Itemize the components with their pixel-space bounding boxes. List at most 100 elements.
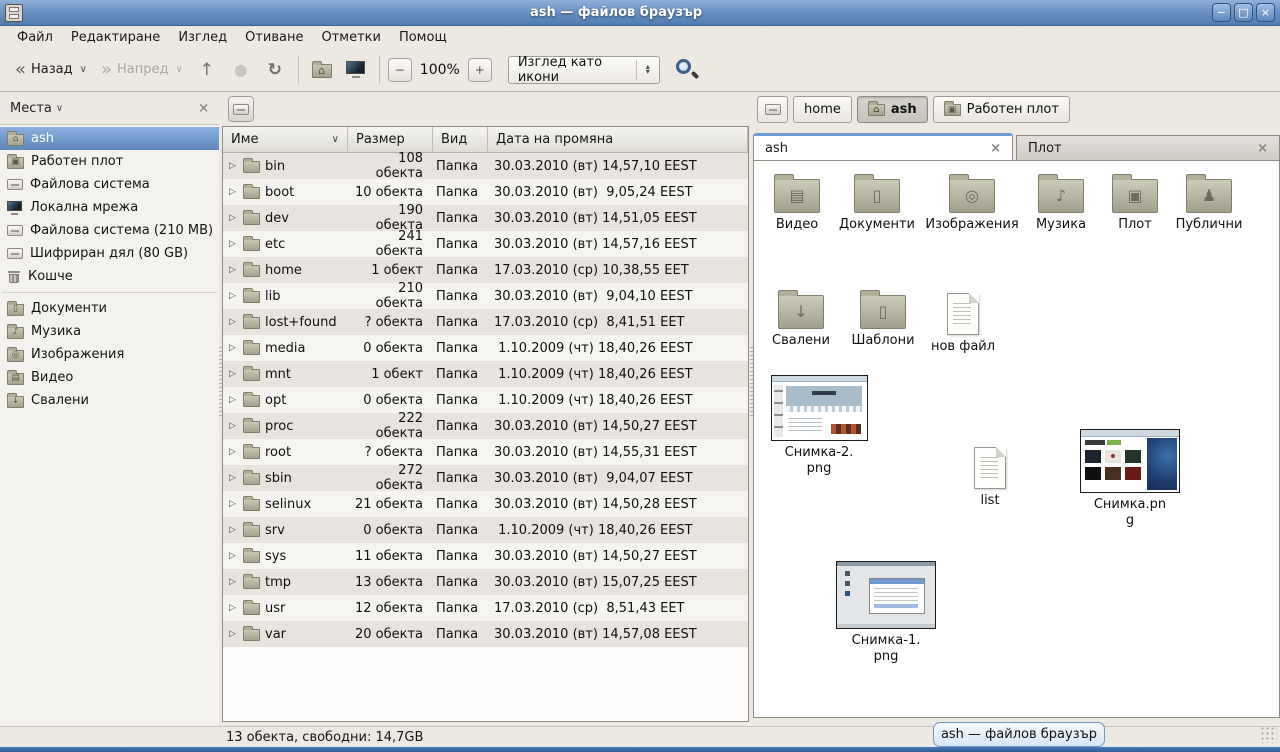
sidebar-item-documents[interactable]: ▯Документи — [0, 297, 219, 320]
minimize-button[interactable]: − — [1212, 3, 1231, 22]
menu-view[interactable]: Изглед — [169, 28, 236, 47]
menu-go[interactable]: Отиване — [236, 28, 312, 47]
expander-icon[interactable]: ▷ — [227, 369, 238, 379]
computer-button[interactable] — [339, 54, 373, 86]
icon-item-new-file[interactable]: нов файл — [922, 289, 1004, 355]
icon-item-documents-folder[interactable]: ▯Документи — [834, 173, 920, 233]
expander-icon[interactable]: ▷ — [227, 213, 238, 223]
sidebar-close-icon[interactable]: × — [198, 101, 209, 116]
expander-icon[interactable]: ▷ — [227, 603, 238, 613]
view-mode-dropdown[interactable]: Изглед като икони ▴▾ — [508, 56, 660, 84]
sidebar-item-home-ash[interactable]: ⌂ash — [0, 127, 219, 150]
sidebar-item-downloads[interactable]: ↓Свалени — [0, 389, 219, 412]
expander-icon[interactable]: ▷ — [227, 317, 238, 327]
expander-icon[interactable]: ▷ — [227, 343, 238, 353]
table-row[interactable]: ▷lib210 обектаПапка30.03.2010 (вт) 9,04,… — [223, 283, 748, 309]
expander-icon[interactable]: ▷ — [227, 239, 238, 249]
expander-icon[interactable]: ▷ — [227, 395, 238, 405]
column-header-0[interactable]: Име∨ — [223, 127, 348, 153]
menu-bookmarks[interactable]: Отметки — [312, 28, 389, 47]
expander-icon[interactable]: ▷ — [227, 499, 238, 509]
home-button[interactable]: ⌂ — [305, 54, 339, 86]
breadcrumb-root-drive[interactable] — [757, 96, 788, 123]
search-button[interactable] — [674, 57, 700, 83]
table-row[interactable]: ▷sbin272 обектаПапка30.03.2010 (вт) 9,04… — [223, 465, 748, 491]
root-location-button[interactable] — [228, 96, 254, 122]
expander-icon[interactable]: ▷ — [227, 265, 238, 275]
table-row[interactable]: ▷boot10 обектаПапка30.03.2010 (вт) 9,05,… — [223, 179, 748, 205]
table-row[interactable]: ▷etc241 обектаПапка30.03.2010 (вт) 14,57… — [223, 231, 748, 257]
icon-item-pictures-folder[interactable]: ◎Изображения — [932, 173, 1012, 233]
sidebar-item-video[interactable]: ▤Видео — [0, 366, 219, 389]
table-row[interactable]: ▷usr12 обектаПапка17.03.2010 (ср) 8,51,4… — [223, 595, 748, 621]
titlebar[interactable]: ash — файлов браузър − □ × — [0, 0, 1280, 26]
stop-button[interactable]: ● — [224, 54, 258, 86]
expander-icon[interactable]: ▷ — [227, 525, 238, 535]
expander-icon[interactable]: ▷ — [227, 577, 238, 587]
maximize-button[interactable]: □ — [1234, 3, 1253, 22]
icon-item-list-file[interactable]: list — [958, 443, 1022, 509]
tab-plot[interactable]: Плот× — [1016, 135, 1280, 160]
sidebar-item-filesystem[interactable]: Файлова система — [0, 173, 219, 196]
icon-view[interactable]: ▤Видео▯Документи◎Изображения♪Музика▣Плот… — [753, 160, 1280, 718]
sidebar-item-encrypted-80gb[interactable]: Шифриран дял (80 GB) — [0, 242, 219, 265]
sidebar-item-desktop[interactable]: ▣Работен плот — [0, 150, 219, 173]
resize-grip-icon[interactable] — [1259, 725, 1277, 743]
close-button[interactable]: × — [1256, 3, 1275, 22]
table-row[interactable]: ▷dev190 обектаПапка30.03.2010 (вт) 14,51… — [223, 205, 748, 231]
table-row[interactable]: ▷root? обектаПапка30.03.2010 (вт) 14,55,… — [223, 439, 748, 465]
menu-file[interactable]: Файл — [8, 28, 62, 47]
table-row[interactable]: ▷media0 обектаПапка 1.10.2009 (чт) 18,40… — [223, 335, 748, 361]
expander-icon[interactable]: ▷ — [227, 291, 238, 301]
table-row[interactable]: ▷mnt1 обектПапка 1.10.2009 (чт) 18,40,26… — [223, 361, 748, 387]
expander-icon[interactable]: ▷ — [227, 161, 238, 171]
sidebar-item-local-network[interactable]: Локална мрежа — [0, 196, 219, 219]
expander-icon[interactable]: ▷ — [227, 629, 238, 639]
table-row[interactable]: ▷selinux21 обектаПапка30.03.2010 (вт) 14… — [223, 491, 748, 517]
sidebar-item-trash[interactable]: Кошче — [0, 265, 219, 288]
sidebar-header[interactable]: Места ∨ × — [0, 92, 219, 124]
menu-help[interactable]: Помощ — [390, 28, 456, 47]
column-header-2[interactable]: Вид — [433, 127, 488, 153]
icon-item-music-folder[interactable]: ♪Музика — [1024, 173, 1098, 233]
column-header-3[interactable]: Дата на промяна — [488, 127, 748, 153]
table-row[interactable]: ▷home1 обектПапка17.03.2010 (ср) 10,38,5… — [223, 257, 748, 283]
up-button[interactable]: ↑ — [190, 54, 224, 86]
icon-item-public-folder[interactable]: ♟Публични — [1170, 173, 1248, 233]
tab-ash[interactable]: ash× — [753, 133, 1013, 160]
table-row[interactable]: ▷proc222 обектаПапка30.03.2010 (вт) 14,5… — [223, 413, 748, 439]
table-row[interactable]: ▷var20 обектаПапка30.03.2010 (вт) 14,57,… — [223, 621, 748, 647]
column-header-1[interactable]: Размер — [348, 127, 433, 153]
expander-icon[interactable]: ▷ — [227, 421, 238, 431]
icon-item-snimka-1-png[interactable]: Снимка-1.png — [832, 561, 940, 666]
tab-close-icon[interactable]: × — [1257, 141, 1268, 156]
expander-icon[interactable]: ▷ — [227, 473, 238, 483]
icon-item-snimka-png[interactable]: Снимка.png — [1074, 429, 1186, 530]
reload-button[interactable]: ↻ — [258, 54, 292, 86]
taskbar-window-button[interactable]: ash — файлов браузър — [933, 722, 1105, 747]
table-row[interactable]: ▷srv0 обектаПапка 1.10.2009 (чт) 18,40,2… — [223, 517, 748, 543]
icon-item-downloads-folder[interactable]: ↓Свалени — [766, 289, 836, 349]
tab-close-icon[interactable]: × — [990, 141, 1001, 156]
expander-icon[interactable]: ▷ — [227, 187, 238, 197]
sidebar-item-pictures[interactable]: ◎Изображения — [0, 343, 219, 366]
sidebar-item-filesystem-210mb[interactable]: Файлова система (210 MB) — [0, 219, 219, 242]
menu-edit[interactable]: Редактиране — [62, 28, 169, 47]
expander-icon[interactable]: ▷ — [227, 551, 238, 561]
table-row[interactable]: ▷lost+found? обектаПапка17.03.2010 (ср) … — [223, 309, 748, 335]
back-history-chevron-icon[interactable]: ∨ — [80, 64, 87, 75]
icon-item-snimka-2-png[interactable]: Снимка-2.png — [768, 375, 870, 478]
breadcrumb-home[interactable]: home — [793, 96, 852, 123]
expander-icon[interactable]: ▷ — [227, 447, 238, 457]
table-row[interactable]: ▷sys11 обектаПапка30.03.2010 (вт) 14,50,… — [223, 543, 748, 569]
icon-item-desktop-folder[interactable]: ▣Плот — [1104, 173, 1166, 233]
breadcrumb-ash[interactable]: ⌂ash — [857, 96, 928, 123]
forward-button[interactable]: » Напред ∨ — [94, 54, 190, 86]
table-row[interactable]: ▷bin108 обектаПапка30.03.2010 (вт) 14,57… — [223, 153, 748, 179]
table-row[interactable]: ▷tmp13 обектаПапка30.03.2010 (вт) 15,07,… — [223, 569, 748, 595]
icon-item-video-folder[interactable]: ▤Видео — [764, 173, 830, 233]
breadcrumb-desktop[interactable]: ▣Работен плот — [933, 96, 1070, 123]
table-row[interactable]: ▷opt0 обектаПапка 1.10.2009 (чт) 18,40,2… — [223, 387, 748, 413]
sidebar-item-music[interactable]: ♪Музика — [0, 320, 219, 343]
zoom-in-button[interactable]: + — [468, 58, 492, 82]
